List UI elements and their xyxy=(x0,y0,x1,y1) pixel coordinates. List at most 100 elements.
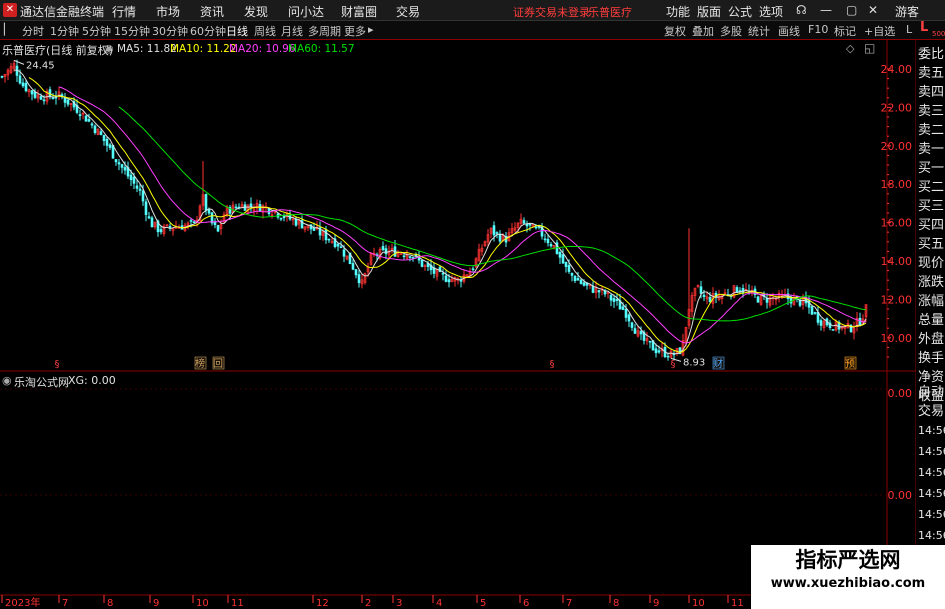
y-tick-label: 18.00 xyxy=(881,178,913,191)
candle-body xyxy=(207,209,211,214)
candle-body xyxy=(858,317,862,326)
event-s-icon: § xyxy=(550,359,555,370)
candle-body xyxy=(150,217,154,228)
period-weekly[interactable]: 周线 xyxy=(254,23,276,39)
period-daily[interactable]: 日线 xyxy=(226,23,248,39)
lower-toggle-icon[interactable]: ◉ xyxy=(2,374,12,387)
period-15min[interactable]: 15分钟 xyxy=(114,23,150,39)
candle-body xyxy=(339,246,343,249)
menu-banmian[interactable]: 版面 xyxy=(697,3,721,20)
sidebar-item-10: 买五 xyxy=(918,237,945,252)
menu-faxian[interactable]: 发现 xyxy=(244,3,268,20)
lower-tick-label: 0.00 xyxy=(888,489,913,502)
candle-body xyxy=(708,297,712,302)
candle-body xyxy=(447,279,451,283)
period-monthly[interactable]: 月线 xyxy=(281,23,303,39)
low-label: 8.93 xyxy=(683,357,705,368)
candle-body xyxy=(657,350,661,353)
candle-body xyxy=(102,134,106,141)
app-title: 通达信金融终端 xyxy=(20,5,105,19)
user-label[interactable]: 游客 xyxy=(895,3,919,20)
period-multi[interactable]: 多周期 xyxy=(308,23,341,39)
tool-diejia[interactable]: 叠加 xyxy=(692,23,714,39)
current-stock-name: 乐普医疗 xyxy=(588,6,632,19)
candle-body xyxy=(810,306,814,315)
candle-body xyxy=(756,296,760,303)
sidebar-item-8: 买三 xyxy=(918,199,945,214)
menu-shichang[interactable]: 市场 xyxy=(156,3,180,20)
menu-wenxiaoda[interactable]: 问小达 xyxy=(288,3,324,20)
lower-panel-title: 乐淘公式网 xyxy=(14,376,69,389)
tool-duogu[interactable]: 多股 xyxy=(720,23,742,39)
tool-tongji[interactable]: 统计 xyxy=(748,23,770,39)
menu-xuanxiang[interactable]: 选项 xyxy=(759,3,783,20)
headset-icon[interactable]: ☊ xyxy=(796,3,807,17)
login-status[interactable]: 证券交易未登录 xyxy=(513,4,590,20)
tool-huaxian[interactable]: 画线 xyxy=(778,23,800,39)
minimize-icon[interactable]: — xyxy=(820,3,832,17)
candle-body xyxy=(561,254,565,264)
candle-body xyxy=(324,229,328,241)
kline-chart[interactable]: 24.0022.0020.0018.0016.0014.0012.0010.00… xyxy=(0,40,916,609)
ma20-label: MA20: 10.96 xyxy=(229,43,296,55)
candle-body xyxy=(495,232,499,234)
sidebar-item-7: 买二 xyxy=(918,180,945,195)
restore-icon[interactable]: ▢ xyxy=(846,3,857,17)
period-1min[interactable]: 1分钟 xyxy=(50,23,79,39)
sidebar-time-0: 14:56 xyxy=(918,424,945,437)
menu-caifuquan[interactable]: 财富圈 xyxy=(341,3,377,20)
sidebar-item-3: 卖三 xyxy=(918,104,945,119)
tool-f10[interactable]: F10 xyxy=(808,23,828,36)
sidebar-time-2: 14:56 xyxy=(918,466,945,479)
lastclose-number: 500 xyxy=(932,30,945,38)
menu-gongshi[interactable]: 公式 xyxy=(728,3,752,20)
sidebar-item-14: 总量 xyxy=(918,313,945,328)
candle-body xyxy=(402,255,406,258)
event-mark-2: 财 xyxy=(713,357,723,370)
candle-body xyxy=(420,259,424,267)
tool-zixuan[interactable]: +自选 xyxy=(864,23,895,39)
xg-label: XG: 0.00 xyxy=(68,374,116,387)
period-5min[interactable]: 5分钟 xyxy=(82,23,111,39)
event-mark-0: 榜 xyxy=(195,357,205,370)
candle-body xyxy=(549,244,553,247)
ma5-line xyxy=(13,69,867,355)
ma20-line xyxy=(58,86,866,344)
candle-body xyxy=(249,203,253,208)
diamond-icon[interactable]: ◇ xyxy=(846,42,854,55)
tool-biaoji[interactable]: 标记 xyxy=(834,23,856,39)
candle-body xyxy=(597,290,601,293)
menu-gongneng[interactable]: 功能 xyxy=(666,3,690,20)
period-30min[interactable]: 30分钟 xyxy=(152,23,188,39)
period-fenshi[interactable]: 分时 xyxy=(22,23,44,39)
sidebar-time-5: 14:56 xyxy=(918,529,945,542)
y-tick-label: 20.00 xyxy=(881,140,913,153)
candle-body xyxy=(120,164,124,168)
close-icon[interactable]: ✕ xyxy=(868,3,878,17)
candle-body xyxy=(384,248,388,255)
menu-zixun[interactable]: 资讯 xyxy=(200,3,224,20)
sidebar-item-5: 卖一 xyxy=(918,142,945,157)
candle-body xyxy=(258,204,262,212)
candle-body xyxy=(99,131,103,135)
candle-body xyxy=(354,269,358,276)
expand-icon[interactable]: ◱ xyxy=(864,41,875,55)
x-tick-label: 2023年 xyxy=(5,596,40,609)
candle-body xyxy=(132,176,136,184)
candle-body xyxy=(498,233,502,242)
tool-fuquan[interactable]: 复权 xyxy=(664,23,686,39)
app-logo-icon: ✕ xyxy=(3,3,17,17)
sidebar-item-12: 涨跌 xyxy=(918,275,945,290)
sidebar-toggle-icon[interactable]: ▏ xyxy=(4,23,12,36)
sidebar-item-4: 卖二 xyxy=(918,123,945,138)
period-more[interactable]: 更多 xyxy=(344,23,366,39)
period-60min[interactable]: 60分钟 xyxy=(190,23,226,39)
menu-jiaoyi[interactable]: 交易 xyxy=(396,3,420,20)
candle-body xyxy=(327,238,331,241)
more-chevron-icon[interactable]: ▸ xyxy=(368,23,374,36)
candle-body xyxy=(87,119,91,122)
ma60-label: MA60: 11.57 xyxy=(288,43,355,55)
x-tick-label: 10 xyxy=(196,598,209,609)
menu-hangqing[interactable]: 行情 xyxy=(112,3,136,20)
legend-toggle-icon[interactable]: ◉ xyxy=(104,42,114,55)
